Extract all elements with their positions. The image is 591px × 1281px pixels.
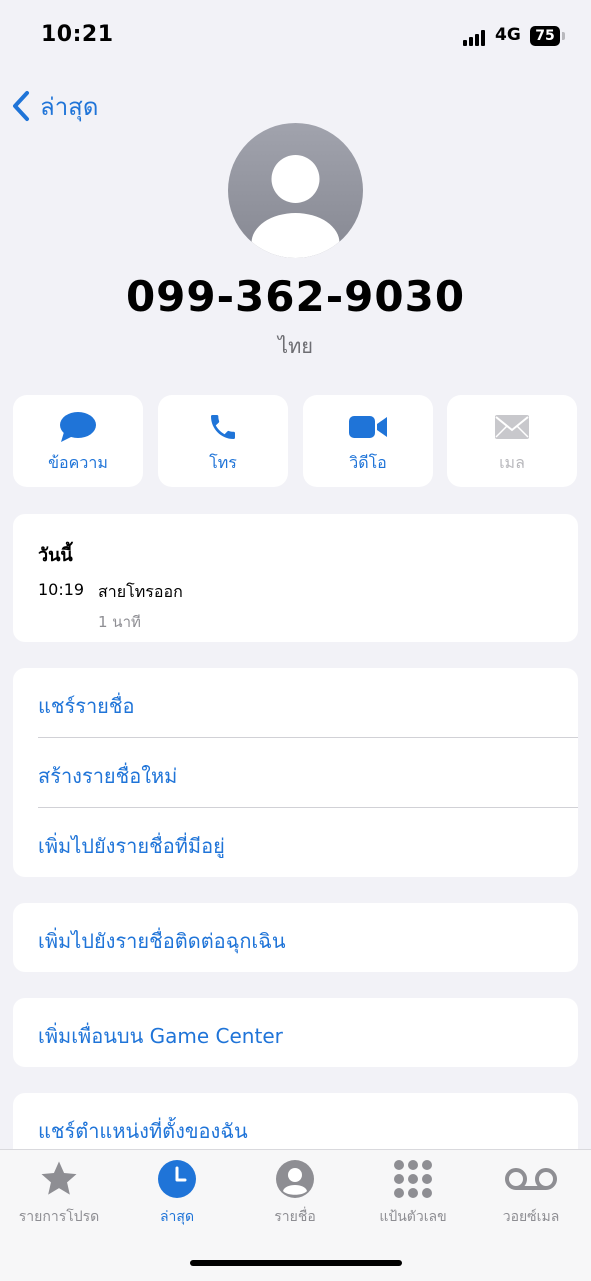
message-label: ข้อความ (48, 453, 108, 472)
tab-recents-label: ล่าสุด (159, 1209, 195, 1225)
call-duration: 1 นาที (98, 613, 141, 631)
back-label: ล่าสุด (40, 92, 99, 121)
add-to-existing-button[interactable]: เพิ่มไปยังรายชื่อที่มีอยู่ (38, 830, 225, 862)
chevron-left-icon (13, 91, 29, 121)
person-icon (276, 1160, 314, 1198)
tab-voicemail[interactable]: วอยซ์เมล (472, 1158, 590, 1228)
tab-contacts[interactable]: รายชื่อ (236, 1158, 354, 1228)
tab-voicemail-label: วอยซ์เมล (502, 1209, 560, 1225)
divider (38, 807, 578, 808)
tab-recents[interactable]: ล่าสุด (118, 1158, 236, 1228)
mail-button[interactable]: เมล (447, 395, 577, 487)
tab-keypad-label: แป้นตัวเลข (379, 1209, 447, 1225)
avatar (228, 123, 363, 258)
video-button[interactable]: วิดีโอ (303, 395, 433, 487)
create-contact-button[interactable]: สร้างรายชื่อใหม่ (38, 760, 177, 792)
add-game-center-friend-button[interactable]: เพิ่มเพื่อนบน Game Center (38, 1020, 283, 1052)
history-heading: วันนี้ (38, 545, 73, 566)
battery-icon: 75 (530, 26, 560, 46)
video-icon (349, 416, 387, 438)
star-icon (41, 1161, 77, 1195)
keypad-icon (394, 1160, 432, 1198)
person-silhouette-icon (251, 155, 340, 258)
call-type: สายโทรออก (98, 582, 183, 601)
tab-contacts-label: รายชื่อ (274, 1209, 316, 1225)
signal-icon (463, 28, 489, 46)
call-label: โทร (209, 453, 237, 472)
back-button[interactable]: ล่าสุด (12, 86, 98, 126)
tab-favorites-label: รายการโปรด (18, 1209, 100, 1225)
message-icon (60, 412, 96, 442)
contact-region: ไทย (278, 334, 313, 358)
share-location-button[interactable]: แชร์ตำแหน่งที่ตั้งของฉัน (38, 1115, 248, 1147)
mail-icon (495, 415, 529, 439)
tab-keypad[interactable]: แป้นตัวเลข (354, 1158, 472, 1228)
mail-label: เมล (499, 453, 525, 472)
battery-nub (562, 32, 565, 40)
network-type: 4G (495, 25, 521, 45)
message-button[interactable]: ข้อความ (13, 395, 143, 487)
call-time: 10:19 (38, 580, 85, 599)
home-indicator[interactable] (190, 1260, 402, 1266)
clock-icon (158, 1160, 196, 1198)
call-button[interactable]: โทร (158, 395, 288, 487)
add-emergency-contact-button[interactable]: เพิ่มไปยังรายชื่อติดต่อฉุกเฉิน (38, 925, 286, 957)
tab-favorites[interactable]: รายการโปรด (0, 1158, 118, 1228)
video-label: วิดีโอ (349, 453, 387, 472)
contact-number: 099-362-9030 (125, 272, 466, 321)
share-contact-button[interactable]: แชร์รายชื่อ (38, 690, 134, 722)
status-time: 10:21 (41, 22, 114, 47)
voicemail-icon (505, 1168, 557, 1190)
divider (38, 737, 578, 738)
phone-icon (211, 415, 235, 439)
